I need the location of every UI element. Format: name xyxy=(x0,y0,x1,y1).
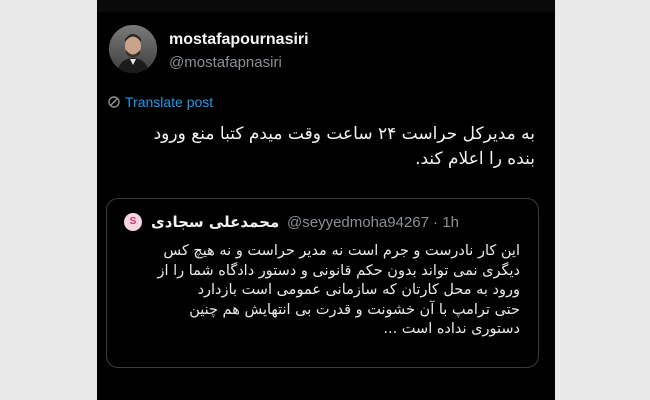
post-line: به مدیرکل حراست ۲۴ ساعت وقت میدم کتبا من… xyxy=(153,124,535,144)
post-line: بنده را اعلام کند. xyxy=(415,149,535,169)
quoted-post-body: این کار نادرست و جرم است نه مدیر حراست و… xyxy=(120,242,520,340)
quoted-post-line: دستوری نداده است ... xyxy=(383,321,520,337)
translate-post-label[interactable]: Translate post xyxy=(125,94,213,110)
quoted-post-line: حتی ترامپ با آن خشونت و قدرت بی انتهایش … xyxy=(189,301,520,318)
quoted-post-line: دیگری نمی تواند بدون حکم قانونی و دستور … xyxy=(157,262,520,279)
quoted-author-handle[interactable]: @seyyedmoha94267 xyxy=(287,214,429,231)
top-bar xyxy=(97,0,555,12)
quoted-post-card[interactable]: S محمدعلی سجادی @seyyedmoha94267 · 1h ای… xyxy=(106,198,539,368)
quoted-author-meta: @seyyedmoha94267 · 1h xyxy=(287,214,459,231)
translate-post-link[interactable]: Translate post xyxy=(107,94,213,110)
screenshot-stage: mostafapournasiri @mostafapnasiri Transl… xyxy=(0,0,650,400)
author-avatar[interactable] xyxy=(109,25,157,73)
post-view: mostafapournasiri @mostafapnasiri Transl… xyxy=(97,0,555,400)
quoted-post-time[interactable]: 1h xyxy=(442,214,459,231)
quoted-post-line: این کار نادرست و جرم است نه مدیر حراست و… xyxy=(163,243,520,259)
translate-icon xyxy=(108,96,120,108)
quoted-post-header: S محمدعلی سجادی @seyyedmoha94267 · 1h xyxy=(107,213,538,233)
quoted-author-avatar[interactable]: S xyxy=(124,213,142,231)
author-handle[interactable]: @mostafapnasiri xyxy=(169,54,282,71)
meta-separator: · xyxy=(433,214,439,231)
quoted-post-line: ورود به محل کارتان که سازمانی عمومی است … xyxy=(197,282,520,298)
quoted-author-name[interactable]: محمدعلی سجادی xyxy=(151,213,279,231)
author-display-name[interactable]: mostafapournasiri xyxy=(169,31,309,49)
profile-photo-icon xyxy=(109,25,157,73)
post-body: به مدیرکل حراست ۲۴ ساعت وقت میدم کتبا من… xyxy=(115,122,535,172)
